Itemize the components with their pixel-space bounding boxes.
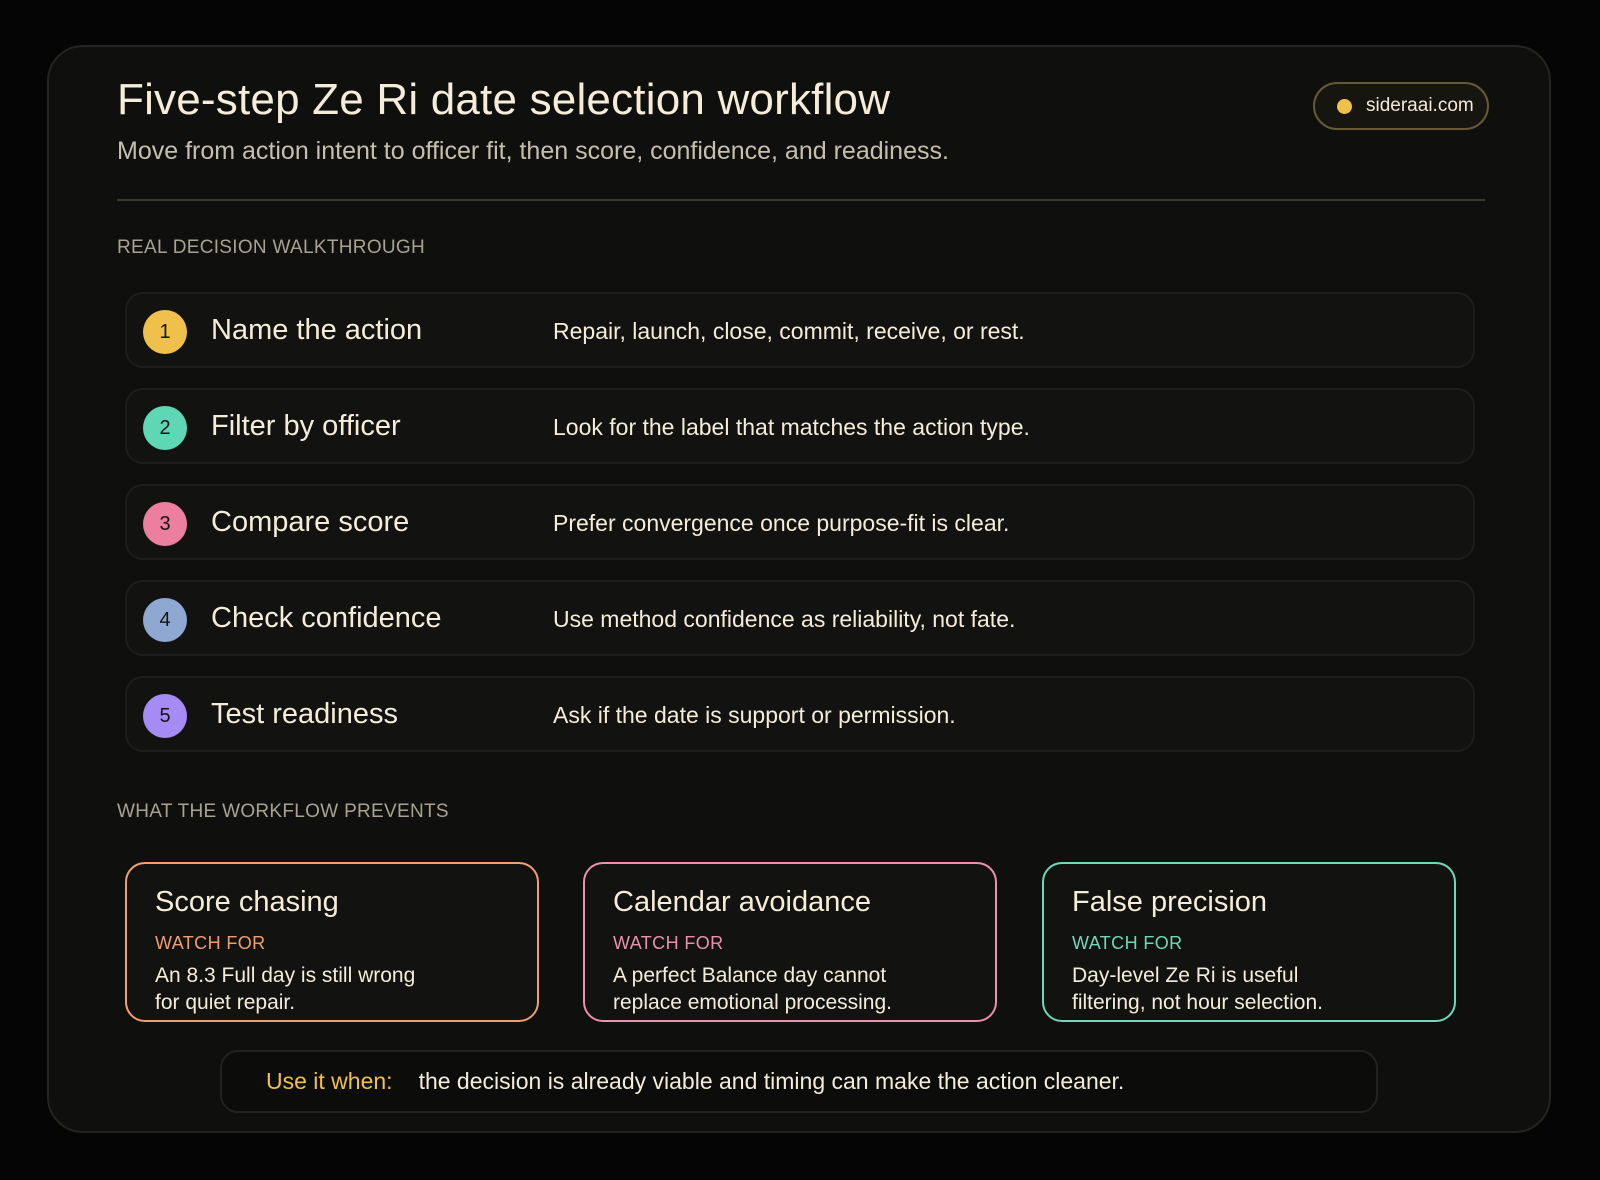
step-title: Check confidence	[211, 602, 442, 634]
risk-description: An 8.3 Full day is still wrong for quiet…	[155, 962, 509, 1016]
page-title: Five-step Ze Ri date selection workflow	[117, 75, 891, 124]
risk-description-line: for quiet repair.	[155, 991, 296, 1014]
risk-description-line: Day-level Ze Ri is useful	[1072, 964, 1299, 987]
risk-description: Day-level Ze Ri is useful filtering, not…	[1072, 962, 1426, 1016]
step-number-badge: 3	[143, 502, 187, 546]
risk-card-false-precision: False precision WATCH FOR Day-level Ze R…	[1042, 862, 1456, 1022]
step-row: 2 Filter by officer Look for the label t…	[125, 388, 1475, 464]
risk-description-line: replace emotional processing.	[613, 991, 892, 1014]
step-number-badge: 5	[143, 694, 187, 738]
risk-description: A perfect Balance day cannot replace emo…	[613, 962, 967, 1016]
risk-card-calendar-avoidance: Calendar avoidance WATCH FOR A perfect B…	[583, 862, 997, 1022]
step-title: Filter by officer	[211, 410, 401, 442]
prevents-label: WHAT THE WORKFLOW PREVENTS	[117, 801, 449, 822]
step-description: Prefer convergence once purpose-fit is c…	[553, 510, 1010, 536]
step-row: 4 Check confidence Use method confidence…	[125, 580, 1475, 656]
step-title: Compare score	[211, 506, 410, 538]
step-title: Name the action	[211, 314, 423, 346]
use-when-label: Use it when:	[266, 1068, 393, 1094]
step-number-badge: 4	[143, 598, 187, 642]
page-subtitle: Move from action intent to officer fit, …	[117, 137, 949, 165]
step-number-badge: 1	[143, 310, 187, 354]
dot-icon	[1337, 98, 1352, 114]
risk-description-line: filtering, not hour selection.	[1072, 991, 1323, 1014]
risk-title: Calendar avoidance	[613, 886, 871, 918]
risk-description-line: A perfect Balance day cannot	[613, 964, 887, 987]
use-when-text: the decision is already viable and timin…	[418, 1068, 1125, 1094]
walkthrough-label: REAL DECISION WALKTHROUGH	[117, 237, 426, 258]
header-divider	[117, 199, 1485, 201]
site-badge-label: sideraai.com	[1366, 95, 1474, 116]
risk-card-score-chasing: Score chasing WATCH FOR An 8.3 Full day …	[125, 862, 539, 1022]
step-list: 1 Name the action Repair, launch, close,…	[125, 292, 1475, 772]
risk-description-line: An 8.3 Full day is still wrong	[155, 964, 416, 987]
watch-for-label: WATCH FOR	[155, 933, 266, 953]
step-description: Look for the label that matches the acti…	[553, 414, 1030, 440]
step-description: Repair, launch, close, commit, receive, …	[553, 318, 1025, 344]
step-row: 5 Test readiness Ask if the date is supp…	[125, 676, 1475, 752]
watch-for-label: WATCH FOR	[1072, 933, 1183, 953]
watch-for-label: WATCH FOR	[613, 933, 724, 953]
step-number-badge: 2	[143, 406, 187, 450]
use-when-bar: Use it when: the decision is already via…	[220, 1050, 1378, 1113]
step-title: Test readiness	[211, 698, 398, 730]
site-badge[interactable]: sideraai.com	[1313, 82, 1489, 130]
step-row: 1 Name the action Repair, launch, close,…	[125, 292, 1475, 368]
step-row: 3 Compare score Prefer convergence once …	[125, 484, 1475, 560]
step-description: Use method confidence as reliability, no…	[553, 606, 1016, 632]
step-description: Ask if the date is support or permission…	[553, 702, 956, 728]
risk-title: Score chasing	[155, 886, 339, 918]
risk-title: False precision	[1072, 886, 1268, 918]
workflow-card: Five-step Ze Ri date selection workflow …	[47, 45, 1551, 1133]
